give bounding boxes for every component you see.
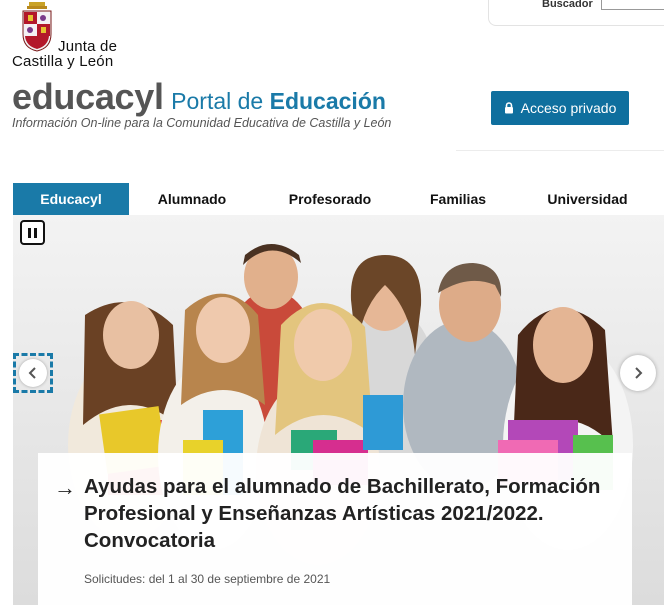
nav-item-label: Profesorado — [288, 191, 372, 207]
brand-name: educacyl — [12, 76, 164, 117]
main-nav: Educacyl Alumnado Profesorado Familias U… — [13, 183, 664, 215]
nav-item-alumnado[interactable]: Alumnado — [129, 183, 255, 215]
nav-item-label: Universidad — [547, 191, 628, 207]
arrow-right-icon: → — [54, 475, 76, 500]
slide-caption: → Ayudas para el alumnado de Bachillerat… — [38, 453, 632, 605]
private-access-label: Acceso privado — [520, 100, 617, 116]
nav-item-label: Educacyl — [40, 191, 102, 207]
chevron-left-icon — [19, 359, 47, 387]
nav-item-label: Alumnado — [157, 191, 227, 207]
nav-item-educacyl[interactable]: Educacyl — [13, 183, 129, 215]
private-access-button[interactable]: Acceso privado — [491, 91, 629, 125]
nav-item-profesorado[interactable]: Profesorado — [255, 183, 405, 215]
site-tagline: Información On-line para la Comunidad Ed… — [12, 116, 392, 130]
lock-icon — [504, 102, 513, 114]
nav-item-universidad[interactable]: Universidad — [511, 183, 664, 215]
hero-slider: → Ayudas para el alumnado de Bachillerat… — [13, 215, 664, 605]
chevron-right-icon — [635, 367, 643, 379]
prev-slide-button[interactable] — [13, 353, 53, 393]
logo-line-2: Castilla y León — [12, 53, 114, 70]
brand-portal-strong: Educación — [269, 88, 386, 114]
slide-subtitle: Solicitudes: del 1 al 30 de septiembre d… — [84, 572, 331, 586]
pause-button[interactable] — [20, 220, 45, 245]
pause-icon — [34, 227, 37, 238]
nav-item-familias[interactable]: Familias — [405, 183, 511, 215]
slide-title-link[interactable]: Ayudas para el alumnado de Bachillerato,… — [84, 473, 624, 554]
search-input[interactable] — [601, 0, 664, 10]
pause-icon — [28, 227, 31, 238]
coat-of-arms-icon — [22, 2, 52, 52]
brand-portal-prefix: Portal de — [171, 88, 270, 114]
search-box: Buscador — [488, 0, 664, 26]
header-divider — [456, 150, 664, 151]
site-brand[interactable]: educacyl Portal de Educación — [12, 76, 386, 118]
search-label: Buscador — [542, 0, 593, 10]
nav-item-label: Familias — [429, 191, 487, 207]
junta-logo[interactable]: Junta de Castilla y León — [12, 2, 142, 70]
next-slide-button[interactable] — [620, 355, 656, 391]
